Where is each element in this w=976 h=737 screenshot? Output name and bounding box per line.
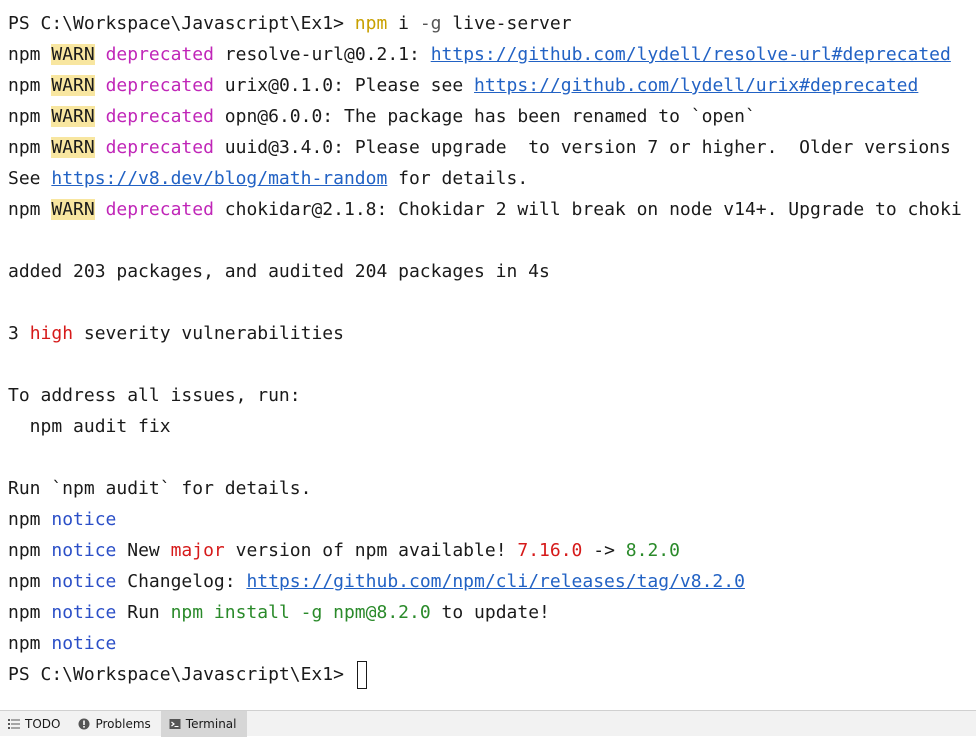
- terminal-text: npm: [8, 571, 52, 592]
- terminal-line: See https://v8.dev/blog/math-random for …: [8, 163, 528, 194]
- terminal-line: To address all issues, run:: [8, 380, 301, 411]
- terminal-text: chokidar@2.1.8: Chokidar 2 will break on…: [213, 199, 962, 220]
- terminal-line: npm WARN deprecated urix@0.1.0: Please s…: [8, 70, 918, 101]
- tab-label: Terminal: [185, 716, 237, 731]
- terminal-text: for details.: [387, 168, 529, 189]
- terminal-text: npm: [8, 602, 52, 623]
- terminal-link[interactable]: https://github.com/lydell/urix#deprecate…: [474, 75, 918, 96]
- notice-label: notice: [51, 602, 117, 623]
- terminal-text: opn@6.0.0: The package has been renamed …: [213, 106, 756, 127]
- terminal-line: npm WARN deprecated uuid@3.4.0: Please u…: [8, 132, 951, 163]
- terminal-line: npm notice New major version of npm avai…: [8, 535, 680, 566]
- terminal-text: major: [170, 540, 225, 561]
- terminal-text: npm: [8, 106, 52, 127]
- terminal-text: added 203 packages, and audited 204 pack…: [8, 261, 550, 282]
- terminal-line: PS C:\Workspace\Javascript\Ex1>: [8, 659, 367, 690]
- warn-label: WARN: [51, 199, 95, 220]
- terminal-link[interactable]: https://github.com/npm/cli/releases/tag/…: [246, 571, 745, 592]
- terminal-text: See: [8, 168, 52, 189]
- notice-label: notice: [51, 633, 117, 654]
- terminal-text: live-server: [441, 13, 572, 34]
- terminal-line: npm audit fix: [8, 411, 171, 442]
- terminal-text: To address all issues, run:: [8, 385, 301, 406]
- deprecated-label: deprecated: [105, 106, 214, 127]
- terminal-line: npm notice Run npm install -g npm@8.2.0 …: [8, 597, 550, 628]
- terminal-text: ->: [582, 540, 626, 561]
- terminal-text: PS C:\Workspace\Javascript\Ex1>: [8, 13, 355, 34]
- terminal-text: npm: [8, 75, 52, 96]
- bottom-tool-window-bar: TODO Problems Terminal: [0, 710, 976, 737]
- terminal-text: 3: [8, 323, 30, 344]
- terminal-link[interactable]: https://v8.dev/blog/math-random: [51, 168, 387, 189]
- terminal-line: added 203 packages, and audited 204 pack…: [8, 256, 550, 287]
- terminal-icon: [169, 718, 181, 730]
- tab-terminal[interactable]: Terminal: [160, 710, 247, 737]
- terminal-text: npm: [354, 13, 388, 34]
- terminal-line: Run `npm audit` for details.: [8, 473, 311, 504]
- terminal-text: i: [387, 13, 420, 34]
- terminal-text: urix@0.1.0: Please see: [213, 75, 475, 96]
- terminal-text: 7.16.0: [517, 540, 583, 561]
- terminal-text: uuid@3.4.0: Please upgrade to version 7 …: [213, 137, 951, 158]
- terminal-text: npm: [8, 509, 52, 530]
- terminal-text: high: [29, 323, 74, 344]
- terminal-line: npm WARN deprecated resolve-url@0.2.1: h…: [8, 39, 951, 70]
- terminal-line: 3 high severity vulnerabilities: [8, 318, 344, 349]
- terminal-text: Run `npm audit` for details.: [8, 478, 312, 499]
- terminal-text: npm audit fix: [8, 416, 171, 437]
- terminal-cursor[interactable]: [356, 661, 367, 689]
- terminal-text: PS C:\Workspace\Javascript\Ex1>: [8, 664, 355, 685]
- deprecated-label: deprecated: [105, 137, 214, 158]
- terminal-text: npm: [8, 199, 52, 220]
- terminal-text: New: [116, 540, 171, 561]
- warn-label: WARN: [51, 75, 95, 96]
- notice-label: notice: [51, 571, 117, 592]
- terminal-text: npm: [8, 540, 52, 561]
- warn-label: WARN: [51, 44, 95, 65]
- terminal-text: resolve-url@0.2.1:: [213, 44, 431, 65]
- notice-label: notice: [51, 509, 117, 530]
- terminal-line: npm notice: [8, 504, 116, 535]
- tab-todo[interactable]: TODO: [0, 711, 70, 737]
- terminal-link[interactable]: https://github.com/lydell/resolve-url#de…: [431, 44, 951, 65]
- notice-label: notice: [51, 540, 117, 561]
- terminal-text: npm: [8, 44, 52, 65]
- deprecated-label: deprecated: [105, 75, 214, 96]
- terminal-text: npm: [8, 633, 52, 654]
- terminal-panel[interactable]: PS C:\Workspace\Javascript\Ex1> npm i -g…: [0, 0, 976, 710]
- terminal-text: npm install -g npm@8.2.0: [170, 602, 431, 623]
- deprecated-label: deprecated: [105, 199, 214, 220]
- terminal-text: -g: [419, 13, 442, 34]
- terminal-text: Run: [116, 602, 171, 623]
- terminal-text: to update!: [430, 602, 550, 623]
- warn-label: WARN: [51, 137, 95, 158]
- terminal-text: Changelog:: [116, 571, 247, 592]
- terminal-text: severity vulnerabilities: [73, 323, 344, 344]
- terminal-line: npm WARN deprecated opn@6.0.0: The packa…: [8, 101, 756, 132]
- list-icon: [8, 718, 20, 730]
- terminal-text: version of npm available!: [224, 540, 518, 561]
- tab-problems[interactable]: Problems: [70, 711, 160, 737]
- warning-circle-icon: [78, 718, 90, 730]
- tab-label: Problems: [95, 716, 151, 731]
- terminal-line: npm notice Changelog: https://github.com…: [8, 566, 745, 597]
- terminal-line: npm WARN deprecated chokidar@2.1.8: Chok…: [8, 194, 962, 225]
- terminal-text: npm: [8, 137, 52, 158]
- deprecated-label: deprecated: [105, 44, 214, 65]
- warn-label: WARN: [51, 106, 95, 127]
- terminal-line: npm notice: [8, 628, 116, 659]
- terminal-line: PS C:\Workspace\Javascript\Ex1> npm i -g…: [8, 8, 572, 39]
- tab-label: TODO: [25, 716, 61, 731]
- terminal-text: 8.2.0: [625, 540, 680, 561]
